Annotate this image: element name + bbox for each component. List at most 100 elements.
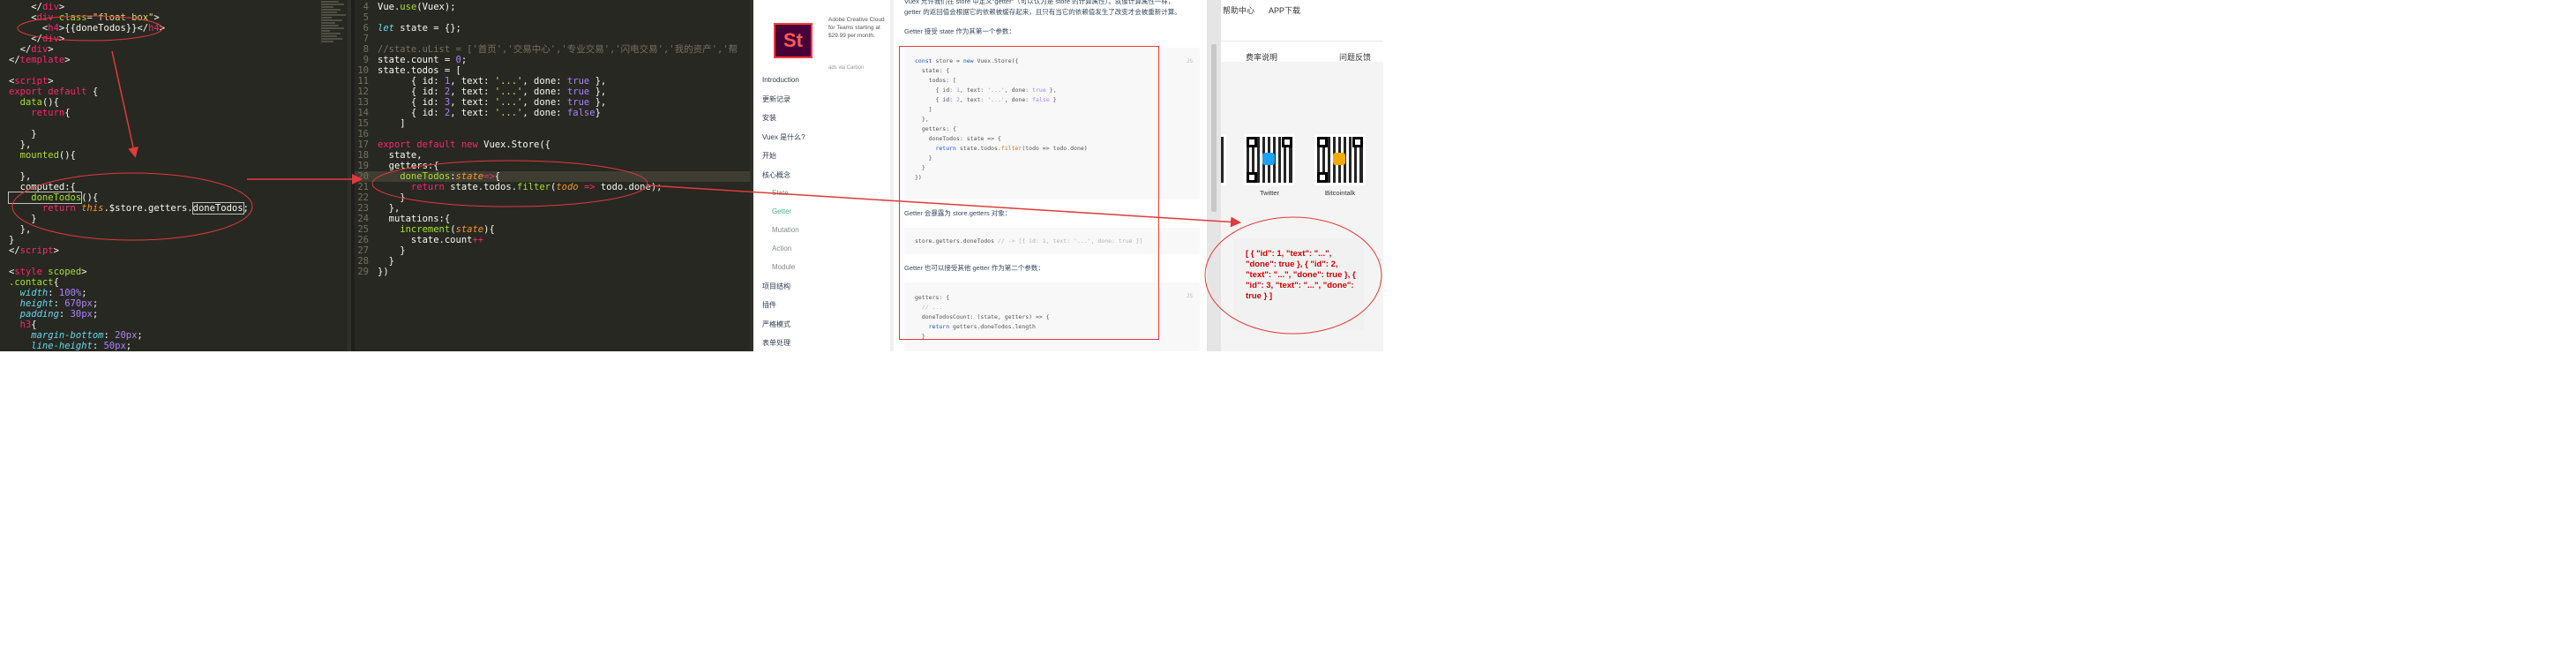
code-line[interactable]: }, (0, 139, 351, 150)
code-text[interactable]: </div> (9, 44, 54, 55)
ad-via-link[interactable]: ads via Carbon (828, 65, 864, 71)
code-line[interactable]: 27 } (355, 245, 753, 256)
sidebar-item-9[interactable]: Action (772, 245, 791, 252)
code-text[interactable]: doneTodos:state=>{ (378, 171, 500, 182)
sidebar-item-11[interactable]: 项目结构 (762, 282, 790, 291)
qr-code-bitcointalk[interactable] (1314, 134, 1366, 185)
code-line[interactable]: <style scoped> (0, 267, 351, 277)
code-text[interactable]: mutations:{ (378, 214, 451, 224)
code-line[interactable]: <div class="float-box"> (0, 12, 351, 23)
code-line[interactable]: </div> (0, 34, 351, 44)
code-line[interactable]: 16 (355, 129, 753, 139)
code-line[interactable]: </template> (0, 55, 351, 65)
code-line[interactable]: 17 export default new Vuex.Store({ (355, 139, 753, 150)
code-line[interactable]: export default { (0, 87, 351, 97)
code-text[interactable]: computed:{ (9, 182, 76, 192)
code-text[interactable]: padding: 30px; (9, 309, 99, 320)
scroll-thumb[interactable] (1211, 44, 1217, 212)
code-line[interactable]: 12 { id: 2, text: '...', done: true }, (355, 87, 753, 97)
code-line[interactable]: 13 { id: 3, text: '...', done: true }, (355, 97, 753, 108)
code-text[interactable]: }, (9, 224, 32, 235)
code-line[interactable]: 15 ] (355, 118, 753, 129)
editor-left[interactable]: </div> <div class="float-box"> <h4>{{don… (0, 0, 351, 351)
code-line[interactable]: 19 getters:{ (355, 161, 753, 171)
sidebar-item-14[interactable]: 表单处理 (762, 338, 790, 348)
qr-label-twitter[interactable]: Twitter (1243, 189, 1296, 197)
code-line[interactable]: computed:{ (0, 182, 351, 192)
code-text[interactable]: </template> (9, 55, 71, 65)
code-line[interactable]: <script> (0, 76, 351, 87)
ad-text[interactable]: Adobe Creative Cloud for Teams starting … (828, 16, 890, 40)
code-line[interactable]: 5 (355, 12, 753, 23)
code-text[interactable]: state, (378, 150, 423, 161)
code-text[interactable]: } (378, 192, 405, 203)
code-text[interactable]: <h4>{{doneTodos}}</h4> (9, 23, 165, 34)
code-line[interactable]: 21 return state.todos.filter(todo => tod… (355, 182, 753, 192)
editor-scrollbar-right[interactable] (750, 0, 753, 351)
adobe-stock-logo[interactable]: St (774, 23, 812, 58)
code-text[interactable]: } (9, 129, 36, 139)
code-line[interactable]: mounted(){ (0, 150, 351, 161)
code-text[interactable]: } (378, 256, 394, 267)
code-text[interactable]: { id: 1, text: '...', done: true }, (378, 76, 606, 87)
code-text[interactable]: h3{ (9, 320, 37, 330)
sidebar-item-0[interactable]: Introduction (762, 76, 799, 84)
qr-code-twitter[interactable] (1244, 134, 1295, 185)
code-line[interactable]: line-height: 50px; (0, 341, 351, 351)
code-line[interactable]: 11 { id: 1, text: '...', done: true }, (355, 76, 753, 87)
code-line[interactable]: }, (0, 171, 351, 182)
code-text[interactable]: }, (378, 203, 401, 214)
code-text[interactable]: Vue.use(Vuex); (378, 2, 456, 12)
sidebar-item-4[interactable]: 开始 (762, 151, 776, 161)
code-line[interactable]: 18 state, (355, 150, 753, 161)
code-text[interactable]: export default { (9, 87, 98, 97)
code-line[interactable]: padding: 30px; (0, 309, 351, 320)
code-text[interactable]: state.todos = [ (378, 65, 461, 76)
code-line[interactable]: 29}) (355, 267, 753, 277)
code-line[interactable]: 20 doneTodos:state=>{ (355, 171, 753, 182)
code-line[interactable]: 24 mutations:{ (355, 214, 753, 224)
code-text[interactable]: { id: 3, text: '...', done: true }, (378, 97, 606, 108)
code-text[interactable]: </div> (9, 2, 64, 12)
code-text[interactable]: }) (378, 267, 389, 277)
code-line[interactable]: width: 100%; (0, 288, 351, 298)
code-line[interactable]: h3{ (0, 320, 351, 330)
code-text[interactable]: data(){ (9, 97, 59, 108)
code-line[interactable]: } (0, 214, 351, 224)
code-line[interactable]: 28 } (355, 256, 753, 267)
code-text[interactable]: state.count++ (378, 235, 483, 245)
code-text[interactable]: } (9, 235, 14, 245)
code-line[interactable]: 23 }, (355, 203, 753, 214)
code-line[interactable]: 7 (355, 34, 753, 44)
code-text[interactable]: getters:{ (378, 161, 439, 171)
editor-right[interactable]: 4 Vue.use(Vuex); 5 6 let state = {}; 7 8 //stat… (355, 0, 753, 351)
code-text[interactable]: let state = {}; (378, 23, 461, 34)
nav-app-download[interactable]: APP下载 (1269, 4, 1300, 16)
code-line[interactable]: </script> (0, 245, 351, 256)
code-text[interactable]: doneTodos(){ (7, 192, 98, 204)
sidebar-item-10[interactable]: Module (772, 263, 795, 271)
code-line[interactable]: } (0, 235, 351, 245)
code-line[interactable]: 26 state.count++ (355, 235, 753, 245)
code-line[interactable]: } (0, 129, 351, 139)
code-line[interactable]: height: 670px; (0, 298, 351, 309)
code-line[interactable]: return{ (0, 108, 351, 118)
code-line[interactable]: doneTodos(){ (0, 192, 351, 204)
code-text[interactable]: //state.uList = ['首页','交易中心','专业交易','闪电交… (378, 44, 738, 55)
code-text[interactable]: }, (9, 139, 32, 150)
code-text[interactable]: .contact{ (9, 277, 59, 288)
code-line[interactable]: 6 let state = {}; (355, 23, 753, 34)
sidebar-item-2[interactable]: 安装 (762, 113, 776, 123)
code-text[interactable]: increment(state){ (378, 224, 495, 235)
sidebar-item-5[interactable]: 核心概念 (762, 170, 790, 180)
code-text[interactable]: ] (378, 118, 405, 129)
sidebar-scrollbar[interactable] (890, 0, 894, 351)
code-text[interactable]: </div> (9, 34, 64, 44)
code-text[interactable]: <div class="float-box"> (9, 12, 159, 23)
sidebar-item-1[interactable]: 更新记录 (762, 94, 790, 104)
code-text[interactable]: mounted(){ (9, 150, 76, 161)
code-line[interactable]: 8 //state.uList = ['首页','交易中心','专业交易','闪电… (355, 44, 753, 55)
code-line[interactable]: 25 increment(state){ (355, 224, 753, 235)
qr-label-bitcointalk[interactable]: Bitcointalk (1314, 189, 1367, 197)
code-line[interactable]: .contact{ (0, 277, 351, 288)
